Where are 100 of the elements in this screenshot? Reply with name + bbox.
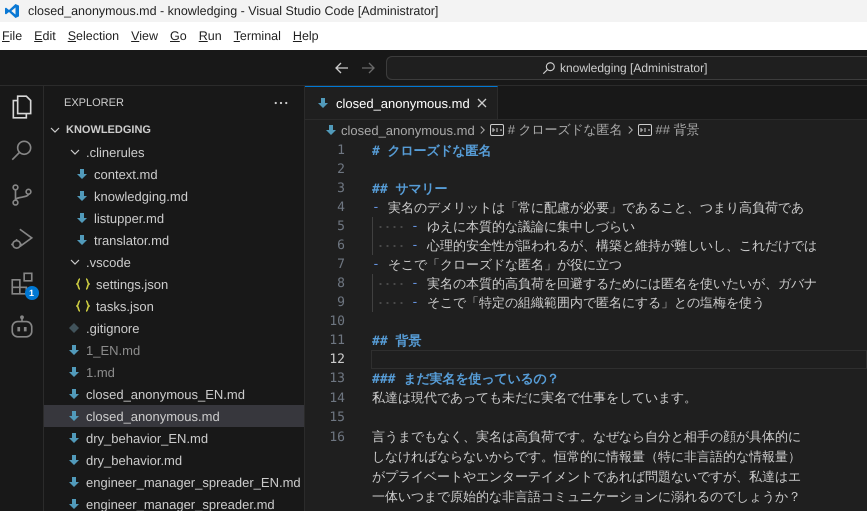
menu-item[interactable]: Run [196, 29, 228, 43]
download-arrow-icon [68, 476, 80, 488]
list-marker: - [411, 219, 419, 234]
download-arrow-icon [76, 190, 88, 202]
folder-row[interactable]: .clinerules [44, 141, 304, 163]
download-arrow-icon [68, 344, 80, 356]
file-row[interactable]: closed_anonymous.md [44, 405, 304, 427]
text-symbol-icon [638, 124, 652, 136]
menu-item[interactable]: Edit [32, 29, 62, 43]
download-arrow-icon [68, 410, 80, 422]
list-marker: - [411, 276, 419, 291]
line-number: 12 [328, 352, 346, 367]
line-number: 15 [328, 410, 346, 425]
file-row[interactable]: engineer_manager_spreader.md [44, 493, 304, 511]
line-number: 13 [328, 371, 346, 386]
menu-item[interactable]: Selection [66, 29, 126, 43]
app-logo-icon [4, 3, 20, 19]
list-item-text: 実名の本質的高負荷を回避するためには匿名を使いたいが、ガバナ [426, 276, 817, 292]
list-item-text: 実名のデメリットは「常に配慮が必要」であること、つまり高負荷であ [388, 200, 804, 216]
whitespace-dots [377, 300, 405, 304]
workspace-folder-row[interactable]: KNOWLEDGING [44, 119, 304, 141]
file-row[interactable]: translator.md [44, 229, 304, 251]
close-icon[interactable] [476, 98, 487, 108]
line-number: 4 [336, 200, 346, 215]
menu-item[interactable]: Help [290, 29, 325, 43]
heading-text: # クローズドな匿名 [372, 142, 492, 160]
menu-item[interactable]: File [0, 29, 28, 43]
chevron-icon [478, 125, 486, 135]
list-marker: - [372, 257, 380, 272]
whitespace-dots [377, 244, 405, 248]
whitespace-dots [377, 282, 405, 286]
download-arrow-icon [76, 168, 88, 180]
text-line: 一体いつまで原始的な非言語コミュニケーションに溺れるのでしょうか？ [372, 489, 801, 506]
download-arrow-icon [76, 212, 88, 224]
text-line: しなければならないからです。恒常的に情報量（特に非言語的な情報量） [372, 449, 801, 466]
file-row[interactable]: dry_behavior_EN.md [44, 427, 304, 449]
list-marker: - [411, 295, 419, 310]
folder-row[interactable]: .vscode [44, 251, 304, 273]
text-line: 私達は現代であっても未だに実名で仕事をしています。 [372, 390, 697, 407]
line-number: 5 [336, 219, 346, 234]
chevron-icon [626, 125, 634, 135]
file-row[interactable]: 1.md [44, 361, 304, 383]
line-number: 9 [336, 295, 346, 310]
file-row[interactable]: 1_EN.md [44, 339, 304, 361]
menu-item[interactable]: Terminal [232, 29, 287, 43]
search-icon [542, 60, 556, 74]
heading-text: ## 背景 [372, 332, 422, 350]
breadcrumb-item[interactable]: # クローズドな匿名 [508, 121, 623, 139]
line-number: 14 [328, 390, 346, 406]
file-row[interactable]: knowledging.md [44, 185, 304, 207]
line-number: 10 [328, 314, 346, 329]
download-arrow-icon [68, 388, 80, 400]
download-arrow-icon [68, 432, 80, 444]
heading-text: ### まだ実名を使っているの？ [372, 370, 560, 388]
download-arrow-icon [76, 234, 88, 246]
file-row[interactable]: settings.json [44, 273, 304, 295]
line-number: 7 [336, 257, 346, 272]
file-row[interactable]: dry_behavior.md [44, 449, 304, 471]
back-arrow-icon[interactable] [334, 60, 350, 76]
file-row[interactable]: closed_anonymous_EN.md [44, 383, 304, 405]
breadcrumb-item[interactable]: closed_anonymous.md [341, 122, 475, 138]
file-row[interactable]: context.md [44, 163, 304, 185]
list-marker: - [411, 238, 419, 253]
text-symbol-icon [490, 124, 504, 136]
text-line: がプライベートやエンターテイメントであれば問題ないですが、私達はエ [372, 469, 801, 486]
download-arrow-icon [317, 97, 329, 109]
count-badge: 1 [24, 286, 38, 300]
whitespace-dots [377, 224, 405, 228]
command-center-search[interactable]: knowledging [Administrator] [386, 56, 867, 80]
breadcrumb-item[interactable]: ## 背景 [656, 121, 700, 139]
list-marker: - [372, 200, 380, 215]
line-number: 1 [336, 143, 346, 158]
line-number: 8 [336, 276, 346, 291]
file-row[interactable]: tasks.json [44, 295, 304, 317]
list-item-text: 心理的安全性が謳われるが、構築と維持が難しいし、これだけでは [426, 238, 817, 254]
editor-tab[interactable]: closed_anonymous.md [305, 86, 498, 119]
heading-text: ## サマリー [372, 180, 448, 198]
download-arrow-icon [68, 454, 80, 466]
more-dots-icon[interactable] [274, 100, 288, 104]
menu-item[interactable]: Go [168, 29, 193, 43]
text-line: 言うまでもなく、実名は高負荷です。なぜなら自分と相手の顔が具体的に [372, 429, 801, 446]
window-title: closed_anonymous.md - knowledging - Visual Studio Code [Administrator] [28, 4, 438, 18]
download-arrow-icon [325, 124, 337, 136]
list-item-text: そこで「特定の組織範囲内で匿名にする」との塩梅を使う [426, 294, 765, 312]
explorer-title: EXPLORER [64, 96, 124, 108]
forward-arrow-icon[interactable] [360, 60, 376, 76]
list-item-text: そこで「クローズドな匿名」が役に立つ [388, 256, 622, 274]
braces-icon [76, 278, 90, 290]
download-arrow-icon [68, 498, 80, 510]
file-row[interactable]: engineer_manager_spreader_EN.md [44, 471, 304, 493]
list-item-text: ゆえに本質的な議論に集中しづらい [426, 218, 635, 236]
file-row[interactable]: .gitignore [44, 317, 304, 339]
line-number: 11 [328, 333, 346, 348]
diamond-icon [68, 322, 80, 334]
line-number: 2 [336, 162, 346, 177]
menu-item[interactable]: View [129, 29, 164, 43]
line-number: 16 [328, 430, 346, 444]
line-number: 3 [336, 181, 346, 196]
file-row[interactable]: listupper.md [44, 207, 304, 229]
braces-icon [76, 300, 90, 312]
